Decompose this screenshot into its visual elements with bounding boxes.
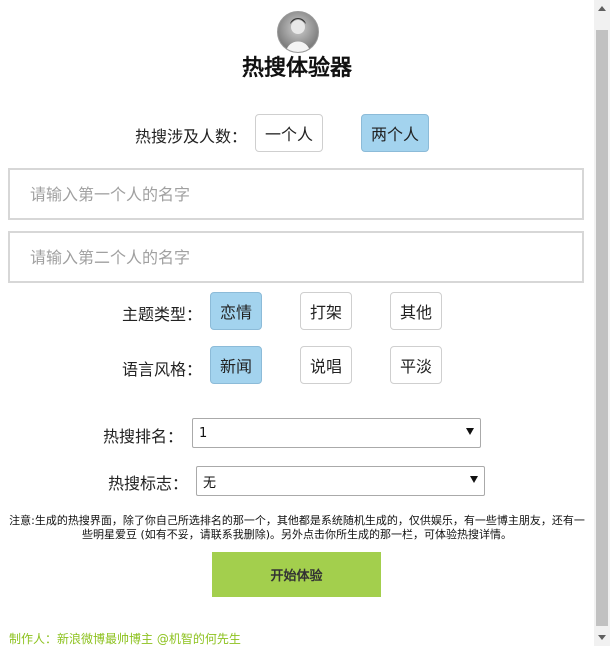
scroll-up-icon[interactable] xyxy=(598,6,606,11)
scroll-thumb[interactable] xyxy=(596,30,608,626)
topic-type-label: 主题类型： xyxy=(122,305,203,324)
rank-select[interactable]: 1 xyxy=(192,418,481,448)
option-style-rap[interactable]: 说唱 xyxy=(300,346,352,384)
first-name-input[interactable] xyxy=(8,168,584,220)
rank-select-value: 1 xyxy=(199,425,208,441)
option-two-people[interactable]: 两个人 xyxy=(361,114,429,152)
note-text: 注意:生成的热搜界面，除了你自己所选排名的那一个，其他都是系统随机生成的，仅供娱… xyxy=(9,514,585,541)
second-name-input[interactable] xyxy=(8,231,584,283)
option-style-plain[interactable]: 平淡 xyxy=(390,346,442,384)
option-topic-fight[interactable]: 打架 xyxy=(300,292,352,330)
user-avatar-icon xyxy=(286,18,310,52)
page-title: 热搜体验器 xyxy=(241,55,352,81)
chevron-down-icon xyxy=(466,428,474,435)
option-topic-romance[interactable]: 恋情 xyxy=(210,292,262,330)
chevron-down-icon xyxy=(470,476,478,483)
start-button[interactable]: 开始体验 xyxy=(212,552,381,597)
people-count-label: 热搜涉及人数： xyxy=(135,127,248,146)
option-topic-other[interactable]: 其他 xyxy=(390,292,442,330)
option-one-person[interactable]: 一个人 xyxy=(255,114,323,152)
avatar xyxy=(277,11,319,53)
scrollbar[interactable] xyxy=(594,0,610,646)
badge-select-value: 无 xyxy=(203,475,217,491)
badge-label: 热搜标志： xyxy=(108,474,189,493)
language-style-label: 语言风格： xyxy=(122,360,203,379)
scroll-down-icon[interactable] xyxy=(598,635,606,640)
option-style-news[interactable]: 新闻 xyxy=(210,346,262,384)
badge-select[interactable]: 无 xyxy=(196,466,485,496)
footer-credit: 制作人：新浪微博最帅博主 @机智的何先生 xyxy=(9,632,241,646)
rank-label: 热搜排名： xyxy=(103,427,184,446)
